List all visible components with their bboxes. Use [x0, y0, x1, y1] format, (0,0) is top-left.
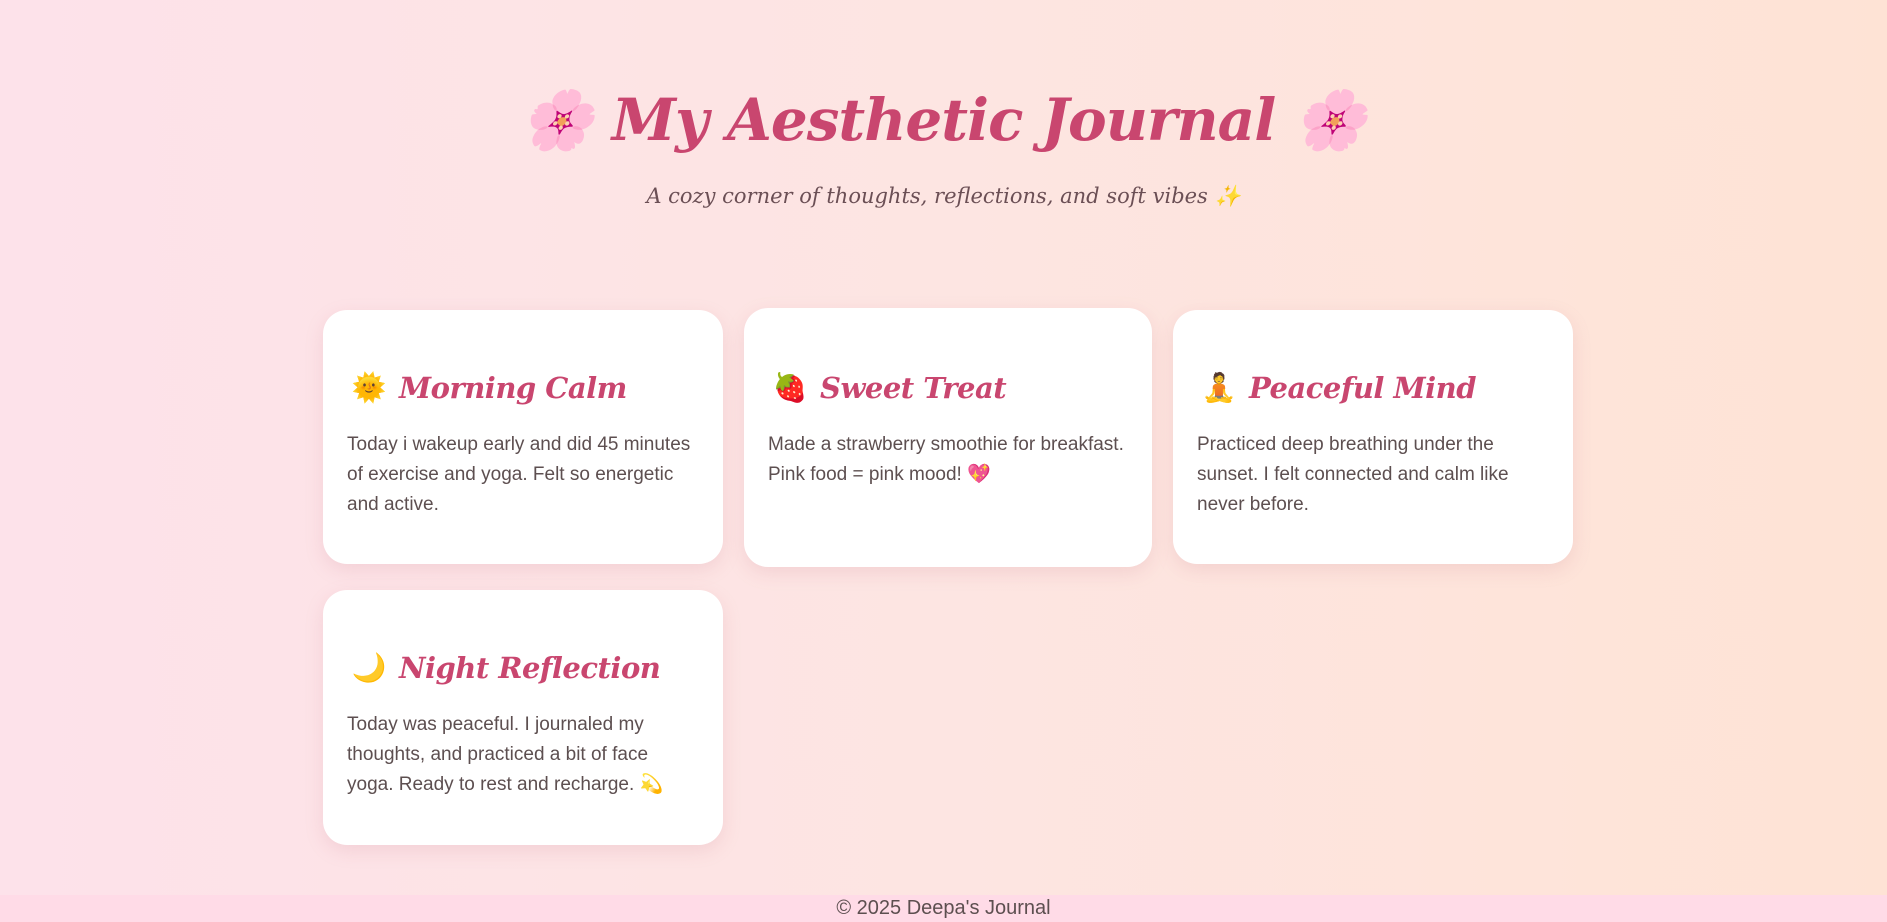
entry-title-row: 🧘 Peaceful Mind [1199, 368, 1477, 408]
entry-title: Morning Calm [399, 371, 627, 405]
entry-text: Made a strawberry smoothie for breakfast… [768, 434, 1124, 485]
journal-entry-card-peaceful-mind: 🧘 Peaceful Mind Practiced deep breathing… [1173, 310, 1573, 564]
entry-title-row: 🍓 Sweet Treat [770, 368, 1007, 408]
entry-title: Sweet Treat [820, 371, 1007, 405]
entry-text: Today was peaceful. I journaled my thoug… [347, 714, 664, 795]
entry-text: Practiced deep breathing under the sunse… [1197, 434, 1509, 515]
entry-title: Peaceful Mind [1249, 371, 1477, 405]
entry-title-row: 🌙 Night Reflection [349, 648, 661, 688]
meditation-icon: 🧘 [1201, 371, 1237, 404]
journal-entry-card-sweet-treat: 🍓 Sweet Treat Made a strawberry smoothie… [744, 308, 1152, 567]
entry-text: Today i wakeup early and did 45 minutes … [347, 434, 691, 515]
entry-title-row: 🌞 Morning Calm [349, 368, 628, 408]
crescent-moon-icon: 🌙 [351, 651, 387, 684]
journal-entry-card-morning-calm: 🌞 Morning Calm Today i wakeup early and … [323, 310, 723, 564]
page-subtitle: A cozy corner of thoughts, reflections, … [646, 184, 1241, 208]
strawberry-icon: 🍓 [772, 371, 808, 404]
smiling-sun-icon: 🌞 [351, 371, 387, 404]
entry-title: Night Reflection [399, 651, 661, 685]
page-title: 🌸 My Aesthetic Journal 🌸 [521, 86, 1366, 154]
journal-entry-card-night-reflection: 🌙 Night Reflection Today was peaceful. I… [323, 590, 723, 845]
page-footer: © 2025 Deepa's Journal [0, 895, 1887, 922]
